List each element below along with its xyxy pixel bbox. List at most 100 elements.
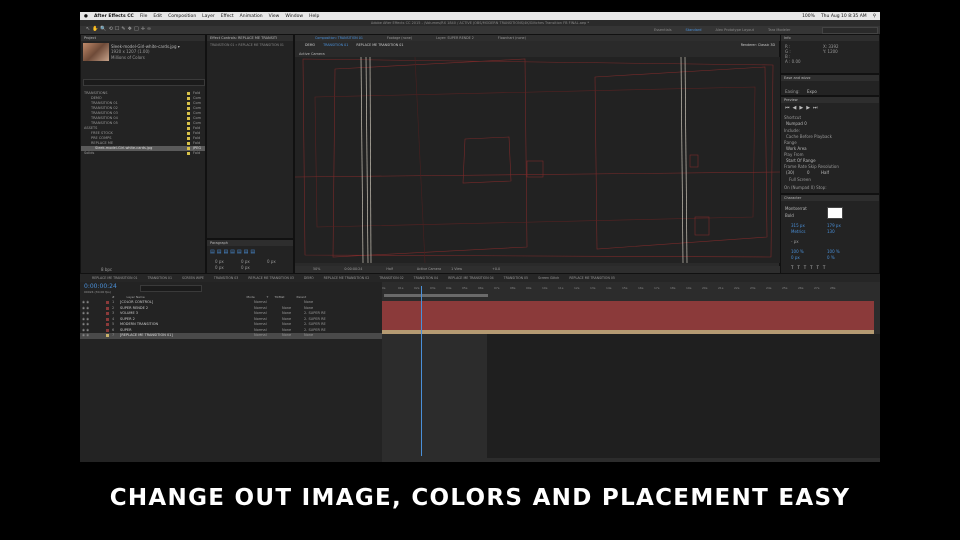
timeline-tab[interactable]: REPLACE ME TRANSITION 04 (448, 276, 494, 280)
apple-icon[interactable]: ● (84, 14, 88, 19)
easing-select[interactable]: Expo (807, 89, 817, 94)
timeline-tab-active[interactable]: TRANSITION 01 (148, 276, 172, 280)
project-list: TRANSITIONS Fold DEMO Com TRANSITION 01 Com… (81, 91, 205, 156)
tool-icons[interactable]: ↖✋🔍⟲☐✎❖□✛∞ (86, 27, 153, 32)
search-icon[interactable]: ⚲ (873, 14, 876, 19)
project-search-input[interactable] (83, 79, 205, 86)
exposure-value[interactable]: +0.0 (492, 266, 500, 273)
workspace-alex[interactable]: Alex Prototype Layout (715, 28, 754, 32)
timeline-tab[interactable]: Screen Glitch (538, 276, 559, 280)
menu-composition[interactable]: Composition (168, 14, 196, 19)
timeline-tab[interactable]: TRANSITION 05 (504, 276, 528, 280)
range-select[interactable]: Work Area (786, 146, 807, 151)
paragraph-title[interactable]: Paragraph (207, 240, 293, 246)
timeline-tracks[interactable]: 0s 01s 02s 03s 04s 05s 06s 07s 08s 09s 10s 11s 12s 13… (382, 282, 880, 462)
space-after[interactable]: 0 px (241, 265, 250, 270)
menu-layer[interactable]: Layer (202, 14, 215, 19)
menu-help[interactable]: Help (309, 14, 319, 19)
project-panel-title[interactable]: Project (81, 35, 205, 41)
tab-composition[interactable]: Composition: TRANSITION 01 (315, 35, 363, 41)
tab-footage[interactable]: Footage (none) (387, 35, 412, 41)
table-row-selected[interactable]: ◉ ◉ 7 [REPLACE ME TRANSITION 01] Normal No… (80, 333, 382, 339)
work-area-bar[interactable] (384, 294, 488, 297)
playfrom-select[interactable]: Start Of Range (786, 158, 816, 163)
timeline-tab[interactable]: DEMO (304, 276, 314, 280)
tab-flowchart[interactable]: Flowchart (none) (498, 35, 526, 41)
skip-input[interactable]: 0 (807, 170, 810, 175)
tab-layer[interactable]: Layer: SUPER RENDE 2 (436, 35, 474, 41)
workspace-tara[interactable]: Tara Modeler (768, 28, 791, 32)
timeline-tab[interactable]: REPLACE ME TRANSITION 01 (92, 276, 138, 280)
cache-checkbox[interactable]: Cache Before Playback (786, 134, 832, 139)
indent-left[interactable]: 0 px (215, 259, 224, 264)
indent-right[interactable]: 0 px (241, 259, 250, 264)
views-select[interactable]: 1 View (451, 266, 462, 273)
time-ruler[interactable]: 0s 01s 02s 03s 04s 05s 06s 07s 08s 09s 10s 11s 12s 13… (382, 286, 880, 292)
text-style-buttons[interactable]: TTTTTT (791, 265, 829, 270)
bpc-button[interactable]: 8 bpc (101, 267, 112, 272)
font-style-select[interactable]: Bold (785, 213, 794, 218)
breadcrumb-demo[interactable]: DEMO (305, 42, 315, 48)
current-timecode[interactable]: 0:00:00:24 (84, 283, 117, 290)
shortcut-select[interactable]: Numpad 0 (786, 121, 807, 126)
playback-controls[interactable]: ⏮◀▶▶⏭ (785, 105, 821, 111)
align-buttons[interactable]: ▤▤▤▤▤▤▤ (210, 249, 257, 255)
comp-viewer[interactable] (295, 57, 781, 263)
timeline-tab[interactable]: TRANSITION 02 (379, 276, 403, 280)
zoom-select[interactable]: 50% (313, 266, 320, 273)
info-a: A : 0.00 (785, 59, 801, 64)
timeline-tab[interactable]: TRANSITION 04 (414, 276, 438, 280)
workspace-standard[interactable]: Standard (686, 28, 702, 32)
fullscreen-checkbox[interactable]: Full Screen (789, 177, 811, 182)
fill-color-swatch[interactable] (827, 207, 843, 219)
renderer-label[interactable]: Renderer: Classic 3D (741, 42, 775, 48)
preview-title[interactable]: Preview (781, 97, 879, 103)
timeline-tab[interactable]: REPLACE ME TRANSITION 03 (248, 276, 294, 280)
framerate-select[interactable]: (30) (786, 170, 794, 175)
menu-file[interactable]: File (140, 14, 148, 19)
ondrop-label: On (Numpad 0) Stop: (784, 185, 827, 190)
timeline-tab[interactable]: REPLACE ME TRANSITION 05 (569, 276, 615, 280)
camera-select[interactable]: Active Camera (417, 266, 441, 273)
menu-view[interactable]: View (269, 14, 280, 19)
current-time-display[interactable]: 0:00:00:24 (344, 266, 362, 273)
timeline-tab[interactable]: SCREEN WIPE (182, 276, 204, 280)
battery-status[interactable]: 100% (802, 14, 815, 19)
timeline-tab[interactable]: REPLACE ME TRANSITION 02 (324, 276, 370, 280)
menu-animation[interactable]: Animation (240, 14, 263, 19)
stroke-width-input[interactable]: - px (791, 239, 799, 244)
font-family-select[interactable]: Montserrat (785, 206, 807, 211)
indent-first[interactable]: 0 px (267, 259, 276, 264)
ease-title[interactable]: Ease and wizzz (781, 75, 879, 81)
menu-app[interactable]: After Effects CC (94, 14, 134, 19)
info-title[interactable]: Info (781, 35, 879, 41)
menu-edit[interactable]: Edit (153, 14, 162, 19)
preview-panel: Preview ⏮◀▶▶⏭ Shortcut Numpad 0 Include:… (780, 96, 880, 194)
horizontal-scale-input[interactable]: 100 % (827, 249, 840, 254)
clock[interactable]: Thu Aug 10 8:35 AM (821, 14, 867, 19)
list-item[interactable]: Solids Fold (81, 151, 205, 156)
resolution-select[interactable]: Half (821, 170, 829, 175)
breadcrumb-replace[interactable]: REPLACE ME TRANSITION 01 (356, 42, 403, 48)
breadcrumb-transition[interactable]: TRANSITION 01 (323, 42, 348, 48)
kerning-select[interactable]: Metrics (791, 229, 806, 234)
layer-search-input[interactable] (140, 285, 202, 292)
menu-effect[interactable]: Effect (221, 14, 234, 19)
video-caption: CHANGE OUT IMAGE, COLORS AND PLACEMENT E… (109, 485, 851, 511)
character-title[interactable]: Character (781, 195, 879, 201)
search-help-input[interactable] (822, 27, 878, 34)
space-before[interactable]: 0 px (215, 265, 224, 270)
timeline-tab-bar: REPLACE ME TRANSITION 01 TRANSITION 01 S… (80, 274, 880, 282)
resolution-select[interactable]: Half (386, 266, 393, 273)
leading-input[interactable]: 179 px (827, 223, 841, 228)
menu-window[interactable]: Window (285, 14, 303, 19)
framerate-label: Frame Rate Skip Resolution (784, 164, 839, 169)
workspace-essentials[interactable]: Essentials (654, 28, 672, 32)
playhead[interactable] (421, 286, 422, 456)
baseline-shift-input[interactable]: 0 px (791, 255, 800, 260)
tracking-input[interactable]: 130 (827, 229, 835, 234)
font-size-input[interactable]: 315 px (791, 223, 805, 228)
tsume-input[interactable]: 0 % (827, 255, 835, 260)
vertical-scale-input[interactable]: 100 % (791, 249, 804, 254)
timeline-tab[interactable]: TRANSITION 03 (214, 276, 238, 280)
